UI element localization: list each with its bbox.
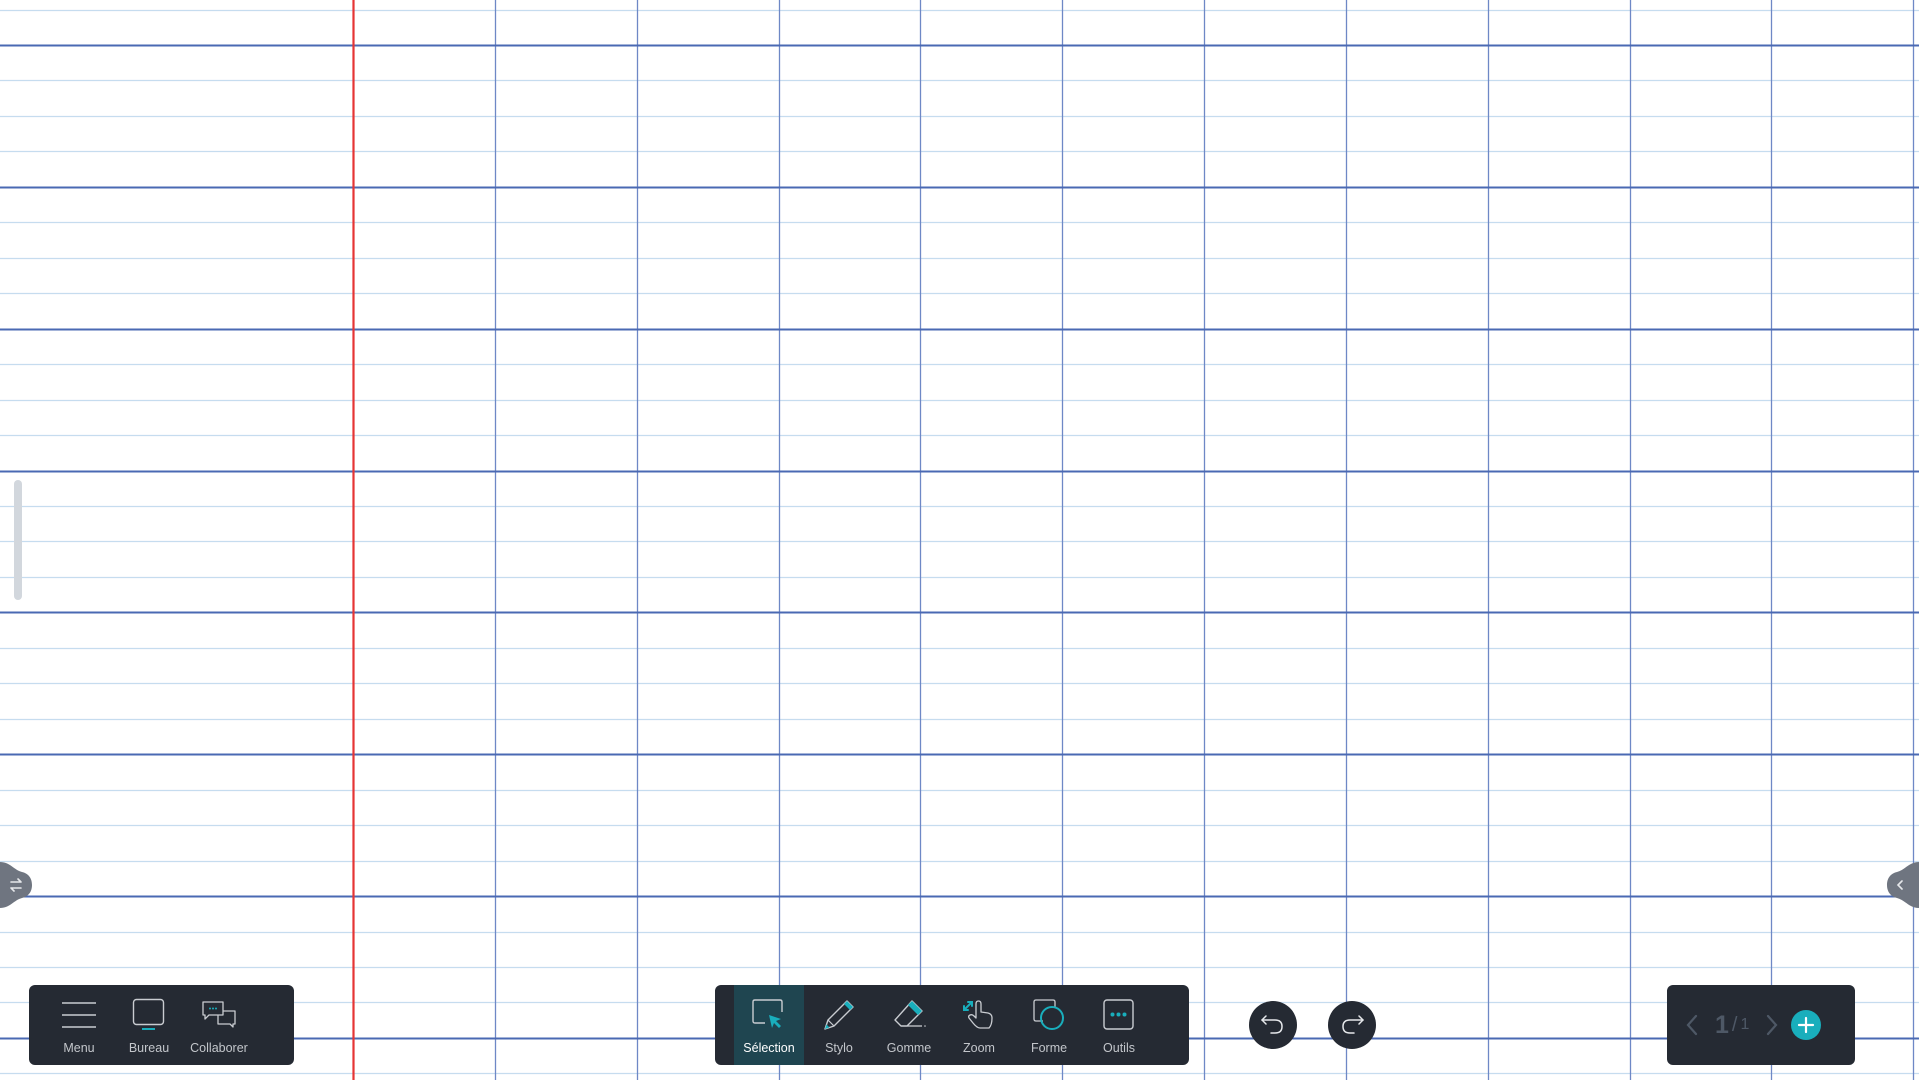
tool-gomme-label: Gomme <box>886 1041 932 1055</box>
total-pages: 1 <box>1740 1016 1750 1033</box>
previous-page-button[interactable] <box>1677 1005 1707 1045</box>
current-page-number: 1 <box>1715 1010 1729 1039</box>
redo-icon <box>1342 1015 1364 1034</box>
collaborer-button[interactable]: Collaborer <box>184 985 254 1065</box>
vertical-scroll-handle[interactable] <box>14 480 22 600</box>
tool-zoom[interactable]: Zoom <box>944 985 1014 1065</box>
tools-toolbar: Sélection Stylo Gomme Zoom Forme Outils <box>715 985 1189 1065</box>
page-separator: / <box>1731 1013 1738 1036</box>
next-page-button[interactable] <box>1757 1005 1787 1045</box>
pen-icon <box>824 1000 854 1030</box>
undo-button[interactable] <box>1249 1001 1297 1049</box>
collaborer-label: Collaborer <box>190 1041 248 1055</box>
chat-bubbles-icon <box>202 1001 236 1028</box>
selection-cursor-icon <box>752 999 783 1028</box>
tool-gomme[interactable]: Gomme <box>874 985 944 1065</box>
left-edge-tab[interactable] <box>0 860 34 910</box>
plus-icon <box>1798 1016 1815 1034</box>
tool-outils[interactable]: Outils <box>1084 985 1154 1065</box>
main-menu-panel: Menu Bureau Collaborer <box>29 985 294 1065</box>
tool-outils-label: Outils <box>1103 1041 1135 1055</box>
bureau-label: Bureau <box>128 1041 170 1055</box>
tool-forme[interactable]: Forme <box>1014 985 1084 1065</box>
menu-button[interactable]: Menu <box>44 985 114 1065</box>
more-tools-icon <box>1103 999 1134 1030</box>
hamburger-icon <box>62 1002 96 1028</box>
pagination-panel: 1 / 1 <box>1667 985 1855 1065</box>
bureau-button[interactable]: Bureau <box>114 985 184 1065</box>
shapes-icon <box>1033 999 1064 1030</box>
right-edge-tab[interactable] <box>1885 860 1919 910</box>
menu-label: Menu <box>63 1041 95 1055</box>
eraser-icon <box>894 1000 926 1027</box>
tool-selection-label: Sélection <box>743 1041 795 1055</box>
tool-forme-label: Forme <box>1030 1041 1068 1055</box>
monitor-icon <box>132 998 165 1030</box>
tool-stylo[interactable]: Stylo <box>804 985 874 1065</box>
tool-selection[interactable]: Sélection <box>734 985 804 1065</box>
pinch-zoom-hand-icon <box>963 1000 993 1029</box>
whiteboard-canvas[interactable] <box>0 0 1919 1080</box>
chevron-left-icon <box>1686 1014 1698 1036</box>
add-page-button[interactable] <box>1791 1010 1822 1040</box>
tool-zoom-label: Zoom <box>963 1041 995 1055</box>
chevron-right-icon <box>1767 1014 1778 1036</box>
tool-stylo-label: Stylo <box>825 1041 853 1055</box>
redo-button[interactable] <box>1328 1001 1376 1049</box>
undo-icon <box>1261 1015 1283 1034</box>
